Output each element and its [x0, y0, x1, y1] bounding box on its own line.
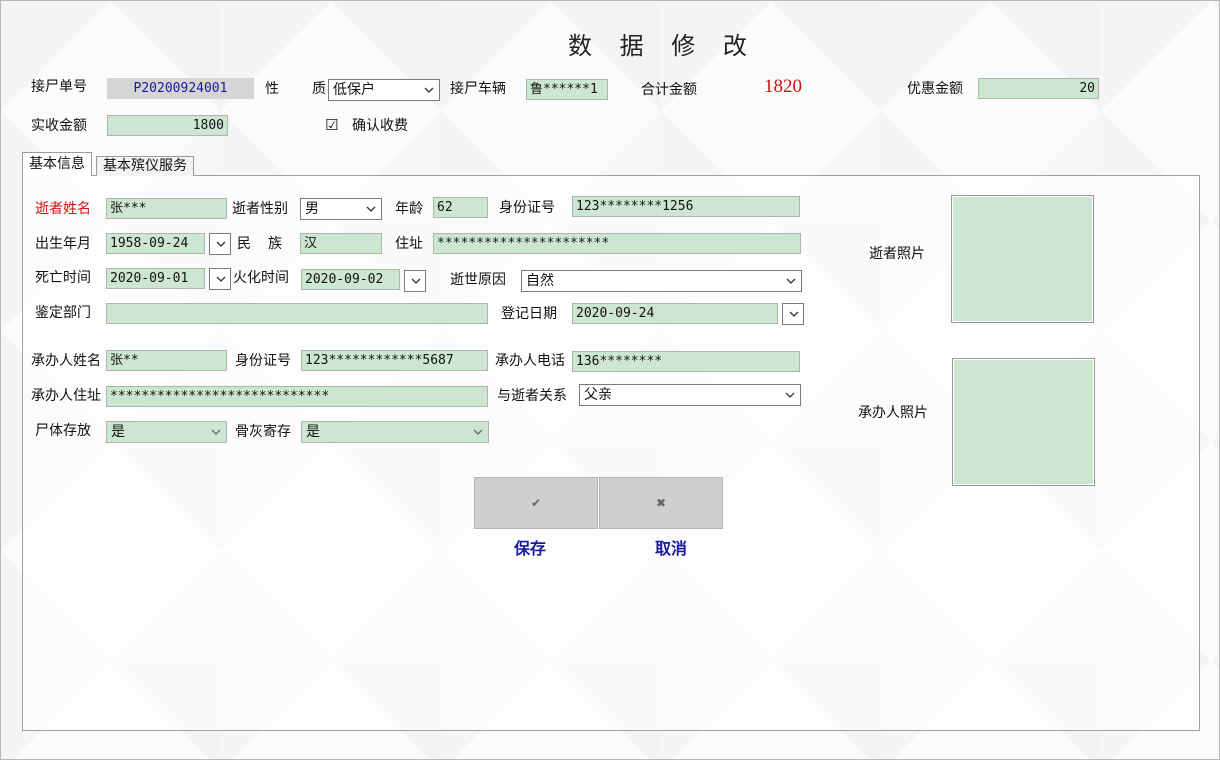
reg-date-field[interactable]: 2020-09-24	[572, 303, 778, 324]
cremation-label: 火化时间	[233, 270, 289, 286]
address-label: 住址	[395, 236, 423, 252]
close-icon: ✖	[655, 496, 667, 510]
agent-name-field[interactable]: 张**	[106, 350, 227, 371]
deceased-photo-box[interactable]	[951, 195, 1094, 323]
ash-storage-select[interactable]: 是	[301, 421, 489, 443]
chevron-down-icon	[211, 429, 221, 435]
save-button[interactable]: ✔	[474, 477, 598, 529]
nature-label-1: 性	[265, 81, 279, 97]
cremation-date-picker[interactable]	[404, 270, 426, 292]
death-field[interactable]: 2020-09-01	[106, 268, 205, 289]
chevron-down-icon	[424, 87, 434, 93]
save-button-label[interactable]: 保存	[514, 535, 546, 559]
chevron-down-icon	[216, 241, 226, 247]
chevron-down-icon	[786, 278, 796, 284]
death-date-picker[interactable]	[209, 268, 231, 290]
agent-phone-label: 承办人电话	[495, 353, 565, 369]
vehicle-field[interactable]: 鲁******1	[526, 79, 608, 100]
reg-date-picker[interactable]	[782, 303, 804, 325]
dept-label: 鉴定部门	[35, 305, 91, 321]
deceased-name-field[interactable]: 张***	[106, 198, 227, 219]
body-storage-label: 尸体存放	[35, 423, 91, 439]
nature-select-value: 低保户	[333, 82, 375, 98]
vehicle-label: 接尸车辆	[450, 81, 506, 97]
relation-label: 与逝者关系	[497, 388, 567, 404]
chevron-down-icon	[785, 392, 795, 398]
cancel-button-label[interactable]: 取消	[655, 535, 687, 559]
relation-select-value: 父亲	[584, 387, 612, 403]
receipt-no-label: 接尸单号	[31, 79, 87, 95]
tab-basic-info[interactable]: 基本信息	[22, 152, 92, 176]
cause-label: 逝世原因	[450, 272, 506, 288]
ash-storage-value: 是	[306, 424, 320, 440]
deceased-id-field[interactable]: 123********1256	[572, 196, 800, 217]
birth-label: 出生年月	[35, 236, 91, 252]
body-storage-value: 是	[111, 424, 125, 440]
confirm-label: 确认收费	[352, 118, 408, 134]
agent-id-label: 身份证号	[235, 353, 291, 369]
deceased-gender-select[interactable]: 男	[300, 198, 382, 220]
check-icon: ✔	[530, 496, 542, 510]
total-label: 合计金额	[641, 82, 697, 98]
chevron-down-icon	[216, 276, 226, 282]
agent-photo-label: 承办人照片	[858, 405, 928, 421]
deceased-gender-value: 男	[305, 201, 319, 217]
address-field[interactable]: **********************	[433, 233, 801, 254]
ethnic-label-2: 族	[268, 236, 282, 252]
cremation-field[interactable]: 2020-09-02	[301, 269, 400, 290]
agent-name-label: 承办人姓名	[31, 353, 101, 369]
cause-select[interactable]: 自然	[521, 270, 802, 292]
reg-date-label: 登记日期	[501, 306, 557, 322]
nature-label-2: 质	[312, 81, 326, 97]
dept-field[interactable]	[106, 303, 488, 324]
chevron-down-icon	[789, 311, 799, 317]
received-field[interactable]: 1800	[107, 115, 228, 136]
receipt-no-field: P20200924001	[107, 78, 254, 99]
deceased-gender-label: 逝者性别	[232, 201, 288, 217]
chevron-down-icon	[366, 206, 376, 212]
discount-label: 优惠金额	[907, 81, 963, 97]
death-label: 死亡时间	[35, 270, 91, 286]
age-field[interactable]: 62	[433, 197, 488, 218]
body-storage-select[interactable]: 是	[106, 421, 227, 443]
page-title: 数 据 修 改	[568, 32, 757, 60]
chevron-down-icon	[473, 429, 483, 435]
cause-select-value: 自然	[526, 273, 554, 289]
deceased-name-label: 逝者姓名	[35, 201, 91, 217]
ethnic-label-1: 民	[237, 236, 251, 252]
birth-field[interactable]: 1958-09-24	[106, 233, 205, 254]
received-label: 实收金额	[31, 118, 87, 134]
nature-select[interactable]: 低保户	[328, 79, 440, 101]
ethnic-field[interactable]: 汉	[300, 233, 382, 254]
cancel-button[interactable]: ✖	[599, 477, 723, 529]
agent-id-field[interactable]: 123************5687	[301, 350, 488, 371]
discount-field[interactable]: 20	[978, 78, 1099, 99]
relation-select[interactable]: 父亲	[579, 384, 801, 406]
agent-phone-field[interactable]: 136********	[572, 351, 800, 372]
confirm-checkbox[interactable]: ☑	[325, 116, 338, 134]
chevron-down-icon	[411, 278, 421, 284]
agent-address-label: 承办人住址	[31, 388, 101, 404]
birth-date-picker[interactable]	[209, 233, 231, 255]
deceased-photo-label: 逝者照片	[869, 246, 925, 262]
agent-address-field[interactable]: ****************************	[106, 386, 488, 407]
deceased-id-label: 身份证号	[499, 200, 555, 216]
tab-funeral-service[interactable]: 基本殡仪服务	[96, 156, 194, 176]
agent-photo-box[interactable]	[952, 358, 1095, 486]
ash-storage-label: 骨灰寄存	[235, 424, 291, 440]
total-value: 1820	[764, 76, 802, 97]
age-label: 年龄	[395, 201, 423, 217]
